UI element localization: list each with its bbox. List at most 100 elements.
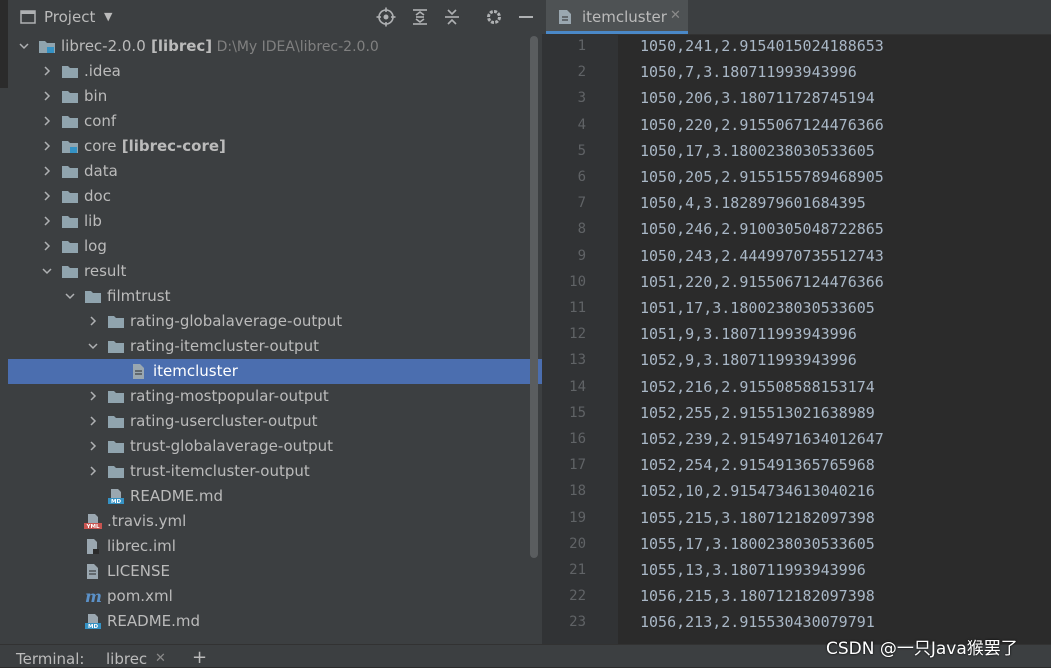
close-icon[interactable]: ✕: [670, 8, 681, 23]
gear-icon[interactable]: [484, 7, 504, 27]
tree-item[interactable]: result: [8, 259, 542, 284]
chevron-down-icon[interactable]: ▼: [104, 10, 112, 23]
line-number: 11: [569, 300, 586, 316]
folder-icon: [62, 66, 78, 78]
folder-icon: [62, 166, 78, 178]
tree-item[interactable]: rating-mostpopular-output: [8, 384, 542, 409]
line-number: 20: [569, 535, 586, 552]
tab-label: itemcluster: [582, 8, 667, 26]
tree-item-label: bin: [84, 87, 107, 105]
chevron-right-icon[interactable]: [87, 315, 99, 327]
chevron-right-icon[interactable]: [87, 465, 99, 477]
tree-item[interactable]: trust-globalaverage-output: [8, 434, 542, 459]
chevron-right-icon[interactable]: [41, 115, 53, 127]
project-view-title[interactable]: Project: [44, 8, 95, 26]
folder-icon: [108, 416, 124, 428]
tree-item[interactable]: log: [8, 234, 542, 259]
tree-item-label: itemcluster: [153, 362, 238, 380]
chevron-down-icon[interactable]: [41, 265, 53, 277]
folder-icon: [85, 291, 101, 303]
line-number: 2: [577, 64, 586, 81]
editor-area: itemcluster ✕ 1 2 3 4 5 6 7 8 9 10 11 12 13 14 15 16 17 1…: [542, 0, 1051, 644]
tree-item[interactable]: librec-2.0.0 [librec] D:\My IDEA\librec-…: [8, 34, 542, 59]
line-number: 1: [577, 38, 586, 54]
tree-item-name: pom.xml: [107, 587, 173, 605]
folder-icon: [108, 341, 124, 353]
chevron-down-icon[interactable]: [64, 290, 76, 302]
project-stripe-button[interactable]: [0, 0, 8, 88]
tree-item[interactable]: LICENSE: [8, 559, 542, 584]
chevron-right-icon[interactable]: [87, 415, 99, 427]
tree-item[interactable]: .idea: [8, 59, 542, 84]
text-file-icon: [133, 364, 144, 379]
chevron-right-icon[interactable]: [41, 90, 53, 102]
tree-item[interactable]: doc: [8, 184, 542, 209]
chevron-right-icon[interactable]: [87, 440, 99, 452]
line-number: 17: [569, 457, 586, 474]
code-line: 1050,246,2.9100305048722865: [640, 220, 884, 239]
tree-item[interactable]: m pom.xml: [8, 584, 542, 609]
terminal-tab[interactable]: librec: [106, 650, 147, 668]
chevron-right-icon[interactable]: [41, 140, 53, 152]
tree-item-name: README.md: [130, 487, 224, 505]
chevron-right-icon[interactable]: [41, 190, 53, 202]
module-name: [librec-core]: [116, 137, 226, 155]
line-number: 12: [569, 326, 586, 343]
module-folder-icon: [62, 141, 78, 153]
code-line: 1056,215,3.180712182097398: [640, 587, 875, 606]
locate-icon[interactable]: [376, 7, 396, 27]
expand-all-icon[interactable]: [410, 7, 430, 27]
chevron-down-icon[interactable]: [87, 340, 99, 352]
tree-item-label: trust-itemcluster-output: [130, 462, 310, 480]
tree-scrollbar[interactable]: [530, 36, 538, 558]
collapse-all-icon[interactable]: [442, 7, 462, 27]
chevron-right-icon[interactable]: [87, 390, 99, 402]
tree-item[interactable]: rating-usercluster-output: [8, 409, 542, 434]
tree-item-name: filmtrust: [107, 287, 171, 305]
tree-item-label: core [librec-core]: [84, 137, 226, 155]
tree-item[interactable]: itemcluster: [8, 359, 542, 384]
code-line: 1056,213,2.915530430079791: [640, 613, 875, 632]
close-icon[interactable]: ✕: [155, 651, 166, 666]
svg-text:YML: YML: [86, 524, 100, 529]
tree-item[interactable]: core [librec-core]: [8, 134, 542, 159]
code-line: 1051,220,2.9155067124476366: [640, 272, 884, 291]
watermark: CSDN @一只Java猴罢了: [826, 639, 1018, 659]
chevron-down-icon[interactable]: [18, 40, 30, 52]
tree-item[interactable]: trust-itemcluster-output: [8, 459, 542, 484]
tree-item-label: LICENSE: [107, 562, 170, 580]
tree-item[interactable]: lib: [8, 209, 542, 234]
add-icon[interactable]: +: [192, 647, 207, 668]
tree-item[interactable]: rating-globalaverage-output: [8, 309, 542, 334]
tree-item[interactable]: MD README.md: [8, 609, 542, 634]
folder-icon: [62, 266, 78, 278]
tree-item-name: itemcluster: [153, 362, 238, 380]
tab-itemcluster[interactable]: itemcluster ✕: [546, 0, 688, 34]
tree-item[interactable]: bin: [8, 84, 542, 109]
svg-text:MD: MD: [111, 499, 121, 504]
tree-item[interactable]: librec.iml: [8, 534, 542, 559]
chevron-right-icon[interactable]: [41, 165, 53, 177]
module-path: D:\My IDEA\librec-2.0.0: [212, 39, 379, 55]
tree-item-label: log: [84, 237, 107, 255]
chevron-right-icon[interactable]: [41, 240, 53, 252]
code-line: 1052,255,2.915513021638989: [640, 403, 875, 422]
tree-item[interactable]: rating-itemcluster-output: [8, 334, 542, 359]
code-content[interactable]: 1050,241,2.9154015024188653 1050,7,3.1807…: [618, 35, 1051, 644]
tree-item-name: README.md: [107, 612, 201, 630]
tree-item[interactable]: MD README.md: [8, 484, 542, 509]
tree-item[interactable]: YML .travis.yml: [8, 509, 542, 534]
chevron-right-icon[interactable]: [41, 65, 53, 77]
tree-item-label: data: [84, 162, 118, 180]
chevron-right-icon[interactable]: [41, 215, 53, 227]
terminal-label[interactable]: Terminal:: [16, 650, 84, 668]
minimize-icon[interactable]: [516, 7, 536, 27]
code-line: 1052,216,2.915508588153174: [640, 377, 875, 396]
tree-item[interactable]: data: [8, 159, 542, 184]
tree-item-name: lib: [84, 212, 102, 230]
line-number: 13: [569, 352, 586, 369]
tree-item[interactable]: conf: [8, 109, 542, 134]
tree-item[interactable]: filmtrust: [8, 284, 542, 309]
svg-text:m: m: [85, 589, 102, 604]
tree-item-label: README.md: [130, 487, 223, 505]
